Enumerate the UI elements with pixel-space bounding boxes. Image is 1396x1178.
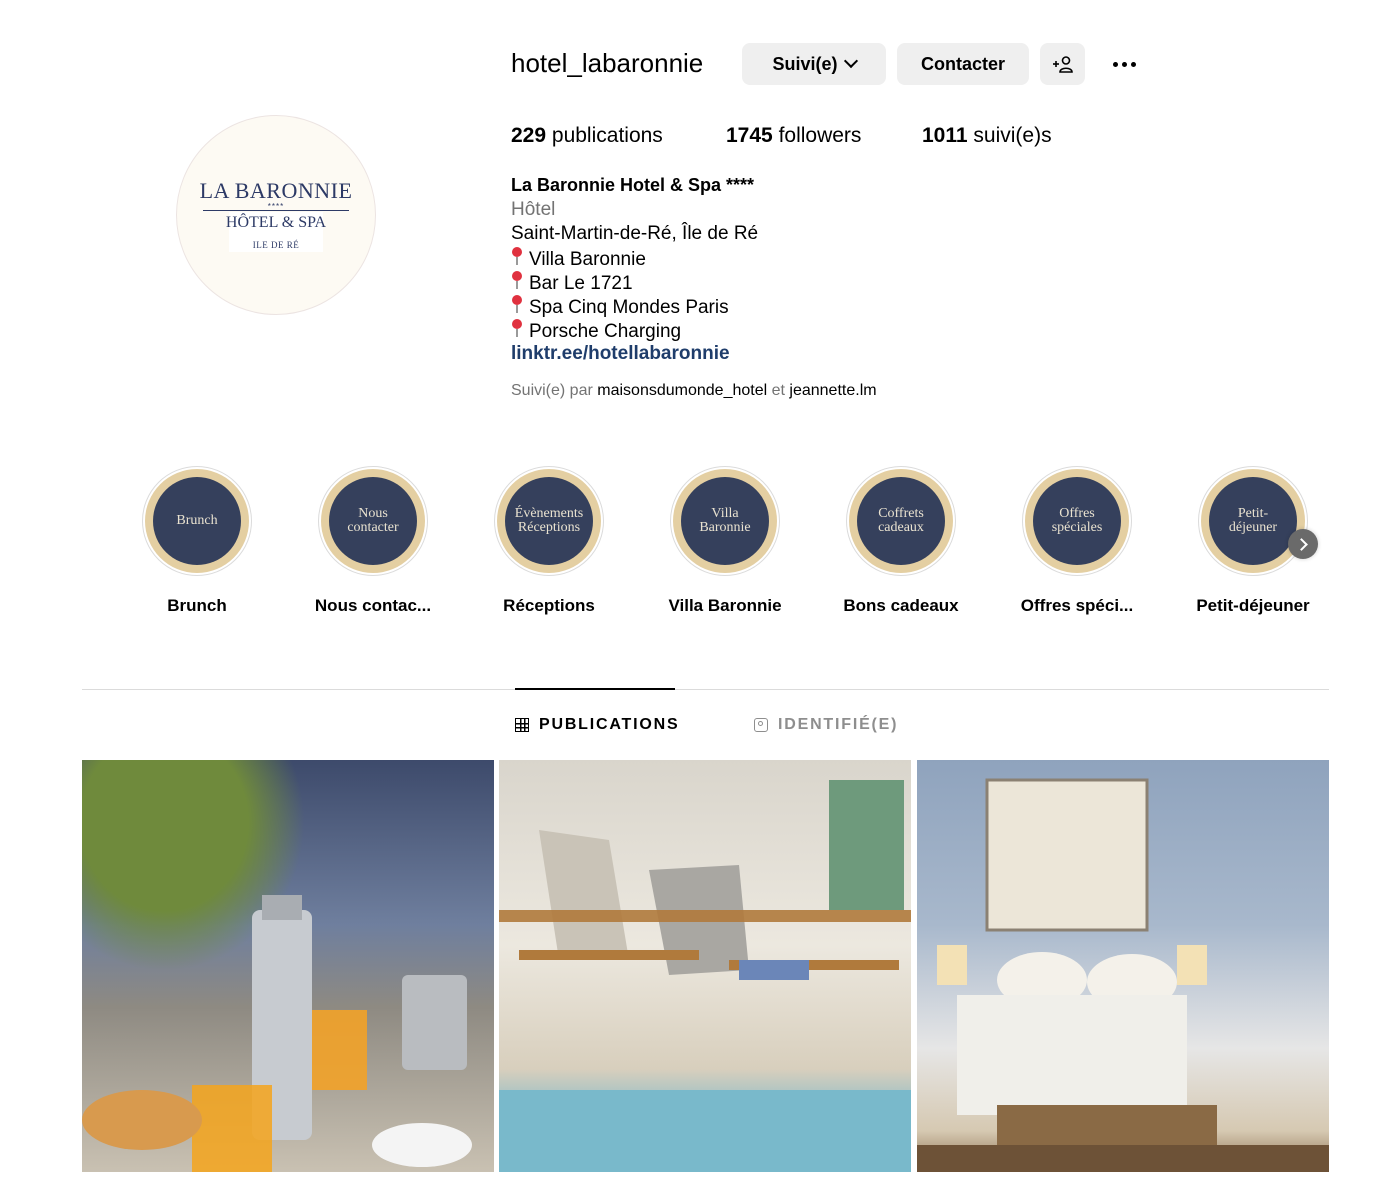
post-image-bedroom [917, 778, 1329, 1172]
contact-button[interactable]: Contacter [897, 43, 1029, 85]
bio-line: Villa Baronnie [511, 247, 646, 271]
stat-following[interactable]: 1011 suivi(e)s [922, 124, 1052, 148]
pin-icon [511, 271, 523, 289]
highlight-ring: Évènements Réceptions [494, 466, 604, 576]
highlight-ring: Offres spéciales [1022, 466, 1132, 576]
highlight-cover: Villa Baronnie [681, 477, 769, 565]
grid-icon [515, 718, 529, 732]
chevron-right-icon [1295, 537, 1308, 551]
followers-label: followers [778, 124, 862, 147]
following-label: suivi(e)s [973, 124, 1052, 147]
publications-label: publications [551, 124, 663, 147]
suggest-users-button[interactable] [1040, 43, 1085, 85]
tab-tagged-label: IDENTIFIÉ(E) [778, 716, 899, 733]
tab-tagged[interactable]: IDENTIFIÉ(E) [754, 716, 898, 734]
active-tab-indicator [515, 688, 675, 690]
more-options-icon[interactable] [1104, 50, 1144, 78]
dot [1112, 61, 1118, 67]
highlight-villa[interactable]: Villa Baronnie Villa Baronnie [650, 466, 800, 616]
highlight-cover: Nous contacter [329, 477, 417, 565]
avatar-logo-stars: **** [267, 202, 285, 211]
followed-by-prefix: Suivi(e) par [511, 382, 593, 399]
tab-publications[interactable]: PUBLICATIONS [515, 716, 679, 734]
highlight-label: Villa Baronnie [668, 596, 782, 615]
pin-icon [511, 319, 523, 337]
highlight-label: Petit-déjeuner [1196, 596, 1310, 615]
followed-by-conjunction: et [771, 382, 785, 399]
avatar-logo-location: ILE DE RÉ [252, 240, 300, 250]
avatar-logo-subtitle: HÔTEL & SPA [225, 214, 327, 231]
followed-by: Suivi(e) par maisonsdumonde_hotel et jea… [511, 382, 877, 400]
highlight-ring: Brunch [142, 466, 252, 576]
following-button[interactable]: Suivi(e) [742, 43, 886, 85]
followed-by-user[interactable]: maisonsdumonde_hotel [597, 382, 767, 399]
pin-icon [511, 247, 523, 265]
bio-line-text: Villa Baronnie [529, 249, 646, 270]
bio-line-text: Spa Cinq Mondes Paris [529, 297, 729, 318]
highlights-next-button[interactable] [1288, 529, 1318, 559]
highlight-cover: Coffrets cadeaux [857, 477, 945, 565]
bio-line: Bar Le 1721 [511, 271, 633, 295]
highlight-ring: Villa Baronnie [670, 466, 780, 576]
bio-link[interactable]: linktr.ee/hotellabaronnie [511, 343, 730, 365]
following-button-label: Suivi(e) [772, 53, 838, 74]
highlight-label: Offres spéci... [1020, 596, 1134, 615]
contact-button-label: Contacter [920, 53, 1005, 74]
bio-name: La Baronnie Hotel & Spa **** [511, 175, 755, 195]
highlight-contact[interactable]: Nous contacter Nous contac... [298, 466, 448, 616]
highlight-label: Bons cadeaux [843, 596, 959, 615]
stat-followers[interactable]: 1745 followers [726, 124, 861, 148]
bio-line-text: Bar Le 1721 [529, 273, 633, 294]
bio-line: Spa Cinq Mondes Paris [511, 295, 729, 319]
publications-count: 229 [511, 124, 547, 147]
avatar-logo-title: LA BARONNIE [199, 178, 353, 203]
post-image-breakfast [82, 895, 472, 1172]
profile-username: hotel_labaronnie [511, 48, 704, 78]
bio-line: Porsche Charging [511, 319, 681, 343]
followed-by-user[interactable]: jeannette.lm [789, 382, 876, 399]
highlight-brunch[interactable]: Brunch Brunch [122, 466, 272, 616]
dot [1130, 61, 1136, 67]
profile-avatar[interactable]: LA BARONNIE **** HÔTEL & SPA ILE DE RÉ [176, 115, 376, 315]
bio-category: Hôtel [511, 199, 556, 220]
highlight-label: Nous contac... [314, 596, 432, 615]
highlight-label: Réceptions [503, 596, 595, 615]
dot [1121, 61, 1127, 67]
followers-count: 1745 [726, 124, 773, 147]
chevron-down-icon [843, 53, 858, 69]
tabs-divider [82, 689, 1329, 690]
post-thumbnail[interactable] [917, 760, 1329, 1172]
bio-location: Saint-Martin-de-Ré, Île de Ré [511, 223, 759, 244]
highlight-special-offers[interactable]: Offres spéciales Offres spéci... [1002, 466, 1152, 616]
highlight-ring: Coffrets cadeaux [846, 466, 956, 576]
pin-icon [511, 295, 523, 313]
post-thumbnail[interactable] [82, 760, 494, 1172]
add-user-icon [1052, 56, 1073, 73]
bio-line-text: Porsche Charging [529, 321, 682, 342]
highlight-cover: Brunch [153, 477, 241, 565]
tab-publications-label: PUBLICATIONS [539, 716, 680, 733]
post-thumbnail[interactable] [499, 760, 911, 1172]
highlight-label: Brunch [167, 596, 227, 615]
post-image-pool-loungers [499, 780, 911, 1172]
stat-publications: 229 publications [511, 124, 663, 148]
tagged-user-icon [754, 718, 768, 732]
highlight-gift-cards[interactable]: Coffrets cadeaux Bons cadeaux [826, 466, 976, 616]
highlight-cover: Petit-déjeuner [1209, 477, 1297, 565]
highlight-ring: Nous contacter [318, 466, 428, 576]
highlight-ring: Petit-déjeuner [1198, 466, 1308, 576]
highlight-cover: Offres spéciales [1033, 477, 1121, 565]
highlight-receptions[interactable]: Évènements Réceptions Réceptions [474, 466, 624, 616]
following-count: 1011 [922, 124, 968, 147]
highlight-cover: Évènements Réceptions [505, 477, 593, 565]
